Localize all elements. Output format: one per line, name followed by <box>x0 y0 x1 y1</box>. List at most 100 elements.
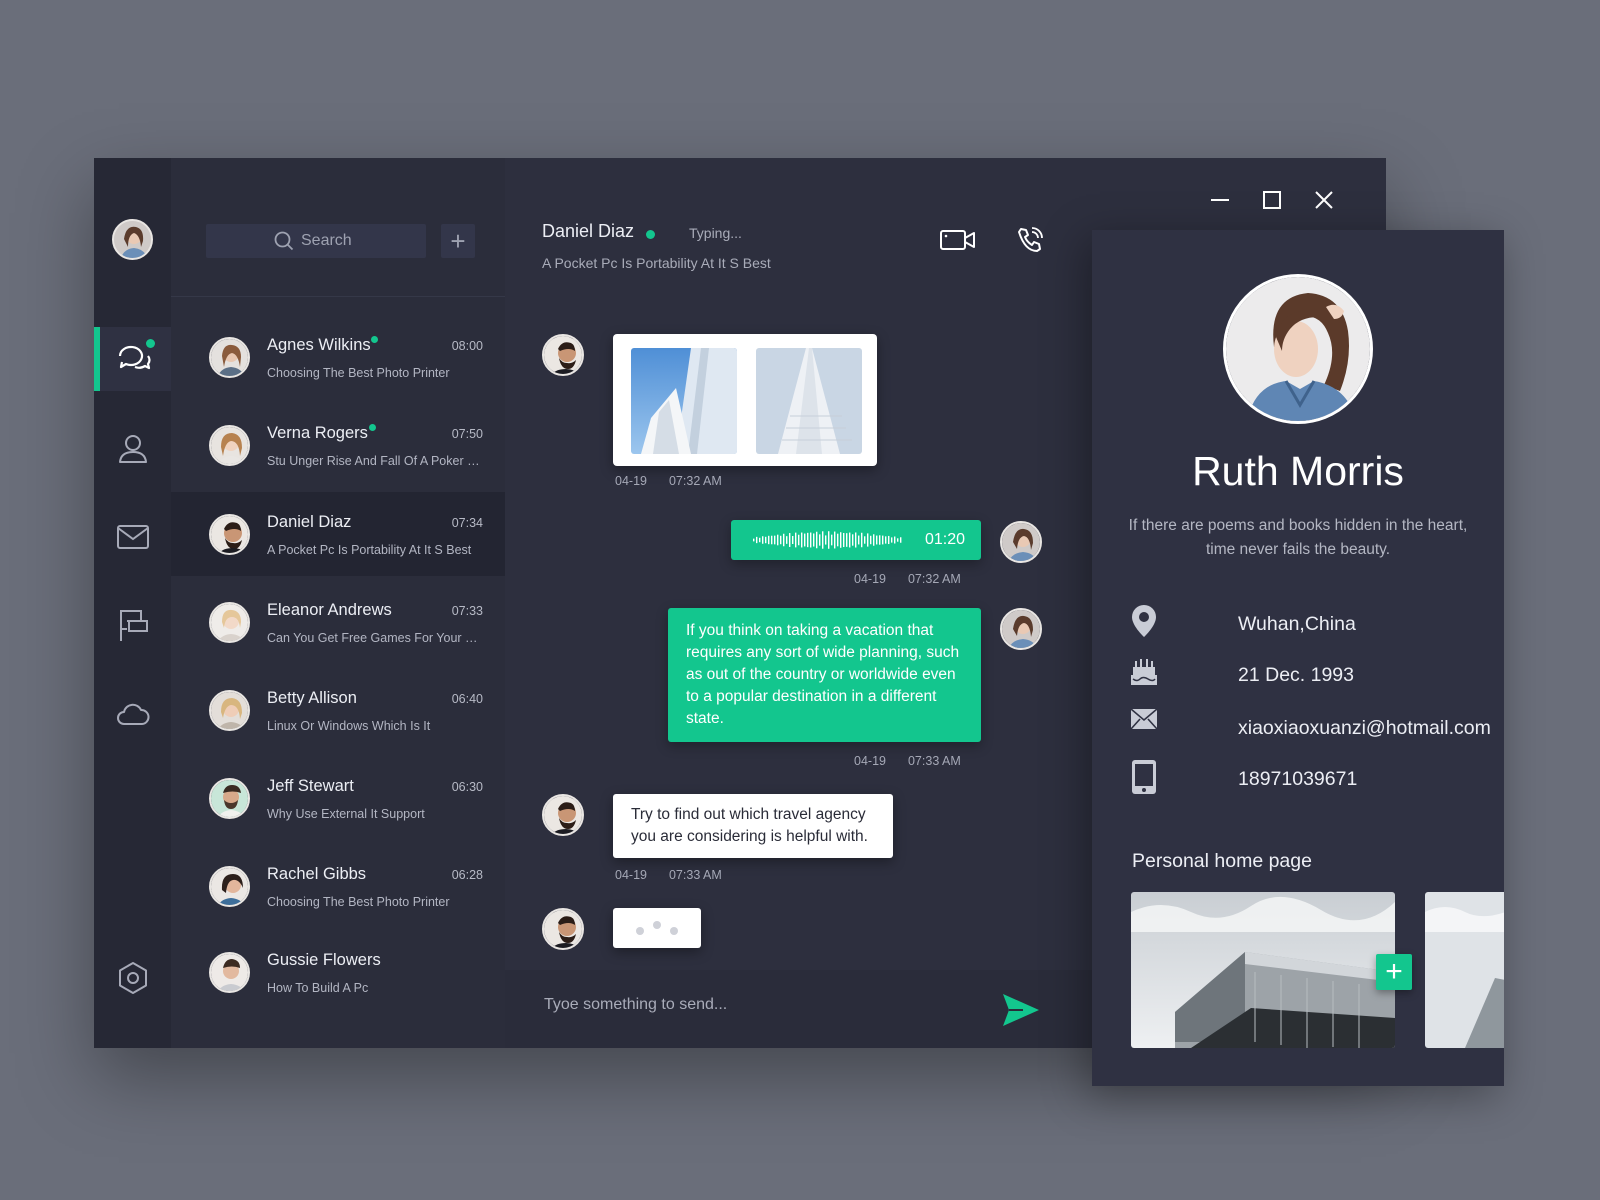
my-avatar[interactable] <box>112 219 153 260</box>
message-preview: How To Build A Pc <box>267 981 369 995</box>
cake-icon <box>1131 659 1157 685</box>
home-page-photo[interactable] <box>1131 892 1395 1048</box>
conversation-item[interactable]: Verna Rogers 07:50 Stu Unger Rise And Fa… <box>171 403 505 487</box>
search-box[interactable] <box>206 224 426 258</box>
contact-name: Eleanor Andrews <box>267 601 392 619</box>
typing-status: Typing... <box>689 225 742 241</box>
avatar <box>209 602 250 643</box>
contact-name: Betty Allison <box>267 689 357 707</box>
contact-avatar <box>542 908 584 950</box>
message-time: 08:00 <box>451 339 483 353</box>
shared-photo[interactable] <box>631 348 737 454</box>
message-time: 06:30 <box>451 780 483 794</box>
search-icon <box>274 231 294 251</box>
avatar <box>209 866 250 907</box>
video-camera-icon <box>940 230 975 250</box>
chat-subtitle: A Pocket Pc Is Portability At It S Best <box>542 255 771 271</box>
contact-name: Gussie Flowers <box>267 951 381 969</box>
profile-email[interactable]: xiaoxiaoxuanzi@hotmail.com <box>1130 708 1500 748</box>
voice-duration: 01:20 <box>924 531 965 548</box>
profile-avatar <box>1223 274 1373 424</box>
profile-panel: Ruth Morris If there are poems and books… <box>1092 230 1504 1086</box>
avatar <box>209 425 250 466</box>
message-timestamp: 04-19 07:32 AM <box>854 572 961 586</box>
message-input[interactable] <box>544 996 964 1014</box>
nav-flag[interactable] <box>94 593 171 657</box>
contact-name: Daniel Diaz <box>267 513 352 531</box>
nav-settings[interactable] <box>94 946 171 1010</box>
close-icon <box>1315 191 1333 209</box>
new-chat-button[interactable]: + <box>441 224 475 258</box>
avatar <box>209 778 250 819</box>
voice-message[interactable]: 01:20 <box>731 520 981 560</box>
home-page-title: Personal home page <box>1132 850 1312 872</box>
minimize-button[interactable] <box>1203 183 1237 217</box>
nav-contacts[interactable] <box>94 416 171 480</box>
send-button[interactable] <box>1000 990 1042 1030</box>
message-preview: Linux Or Windows Which Is It <box>267 719 431 733</box>
online-indicator <box>646 230 655 239</box>
nav-mail[interactable] <box>94 505 171 569</box>
contact-avatar <box>542 334 584 376</box>
shared-photo[interactable] <box>756 348 862 454</box>
conversation-item[interactable]: Agnes Wilkins 08:00 Choosing The Best Ph… <box>171 315 505 399</box>
chat-contact-name: Daniel Diaz <box>542 221 635 241</box>
message-preview: Choosing The Best Photo Printer <box>267 366 450 380</box>
add-photo-button[interactable]: + <box>1376 954 1412 990</box>
waveform-icon <box>753 531 902 549</box>
mobile-phone-icon <box>1132 760 1156 794</box>
close-button[interactable] <box>1307 183 1341 217</box>
contact-name: Rachel Gibbs <box>267 865 367 883</box>
message-time: 07:50 <box>451 427 483 441</box>
conversation-item[interactable]: Rachel Gibbs 06:28 Choosing The Best Pho… <box>171 844 505 928</box>
avatar <box>209 952 250 993</box>
message-time: 07:34 <box>451 516 483 530</box>
message-time: 06:28 <box>451 868 483 882</box>
message-preview: Why Use External It Support <box>267 807 425 821</box>
contacts-icon <box>118 435 147 463</box>
conversation-item[interactable]: Gussie Flowers How To Build A Pc <box>171 930 505 1014</box>
profile-phone[interactable]: 18971039671 <box>1130 759 1500 799</box>
profile-bio: If there are poems and books hidden in t… <box>1128 517 1468 558</box>
profile-location: Wuhan,China <box>1130 604 1500 644</box>
profile-name: Ruth Morris <box>1192 448 1404 494</box>
settings-hexagon-icon <box>118 962 147 994</box>
conversation-item[interactable]: Betty Allison 06:40 Linux Or Windows Whi… <box>171 668 505 752</box>
nav-rail <box>94 158 171 1048</box>
online-indicator <box>371 336 378 343</box>
unread-badge <box>146 339 155 348</box>
conversation-list: + Agnes Wilkins 08:00 Choosing The Best … <box>171 158 505 1048</box>
phone-icon <box>1018 227 1043 252</box>
message-timestamp: 04-19 07:32 AM <box>615 474 722 488</box>
conversation-item-active[interactable]: Daniel Diaz 07:34 A Pocket Pc Is Portabi… <box>171 492 505 576</box>
flag-icon <box>119 610 148 641</box>
conversation-item[interactable]: Eleanor Andrews 07:33 Can You Get Free G… <box>171 580 505 664</box>
message-timestamp: 04-19 07:33 AM <box>615 868 722 882</box>
avatar <box>209 337 250 378</box>
image-message[interactable] <box>613 334 877 466</box>
contact-name: Jeff Stewart <box>267 777 354 795</box>
send-icon <box>1003 994 1039 1026</box>
nav-cloud[interactable] <box>94 682 171 746</box>
conversation-item[interactable]: Jeff Stewart 06:30 Why Use External It S… <box>171 756 505 840</box>
online-indicator <box>369 424 376 431</box>
contact-avatar <box>542 794 584 836</box>
home-page-photo[interactable] <box>1425 892 1504 1048</box>
envelope-icon <box>1130 708 1158 730</box>
voice-call-button[interactable] <box>1015 225 1045 255</box>
received-text-message[interactable]: Try to find out which travel agency you … <box>613 794 893 858</box>
plus-icon: + <box>1385 955 1403 988</box>
message-preview: Stu Unger Rise And Fall Of A Poker Playi… <box>267 454 483 468</box>
contact-name: Agnes Wilkins <box>267 336 371 354</box>
cloud-icon <box>116 703 149 725</box>
video-call-button[interactable] <box>940 226 976 254</box>
my-avatar <box>1000 521 1042 563</box>
mail-icon <box>116 525 149 549</box>
my-avatar <box>1000 608 1042 650</box>
avatar <box>209 690 250 731</box>
maximize-button[interactable] <box>1255 183 1289 217</box>
typing-indicator <box>613 908 701 948</box>
avatar <box>209 514 250 555</box>
sent-text-message[interactable]: If you think on taking a vacation that r… <box>668 608 981 742</box>
nav-chats[interactable] <box>94 327 171 391</box>
